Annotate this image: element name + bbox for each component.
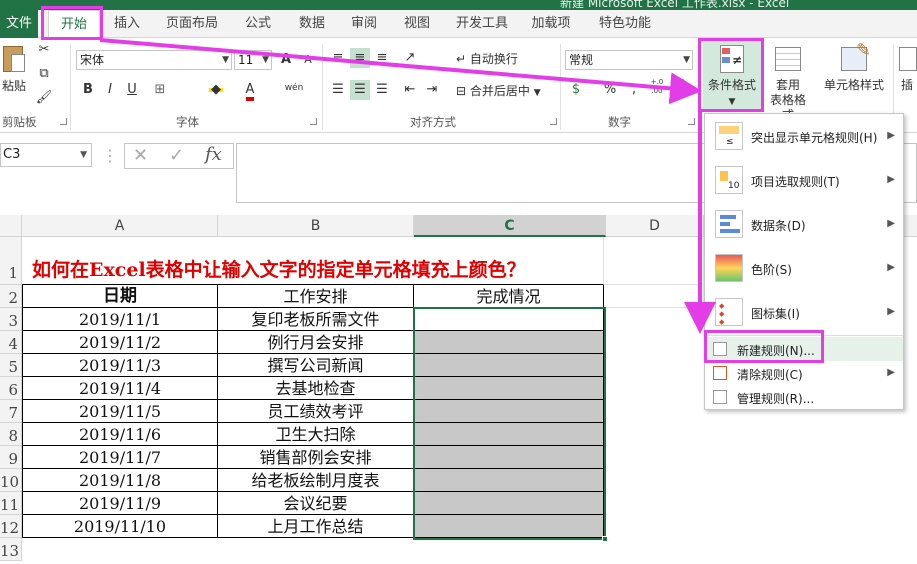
annotation-arrows <box>99 38 716 334</box>
arrow-home-to-conditional <box>99 38 702 105</box>
